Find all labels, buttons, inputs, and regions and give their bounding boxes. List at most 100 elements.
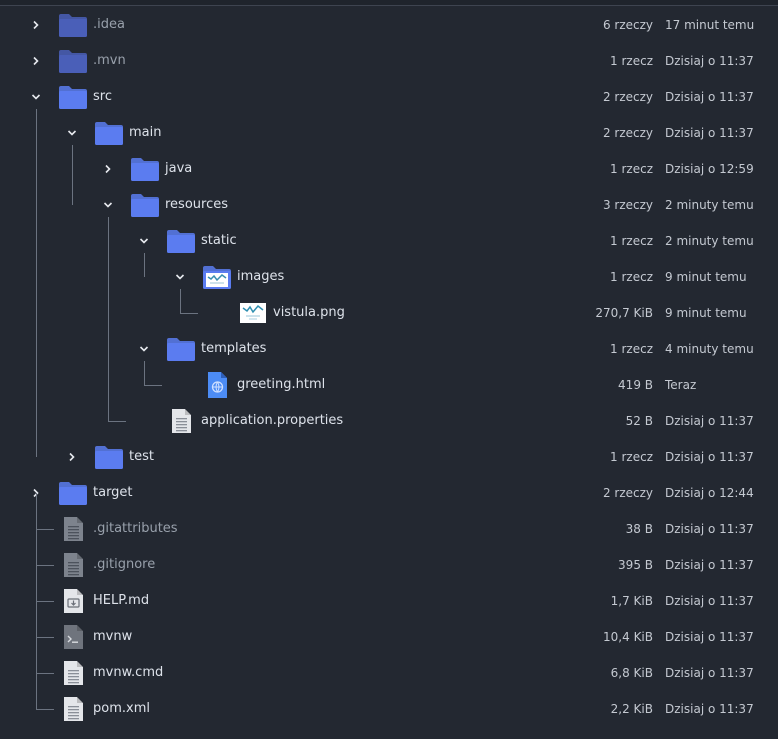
tree-guide-line xyxy=(36,637,54,638)
file-name: templates xyxy=(201,341,267,356)
tree-row[interactable]: mvnw.cmd 6,8 KiB Dzisiaj o 11:37 xyxy=(0,655,778,691)
modified-date: 17 minut temu xyxy=(665,18,755,32)
folder-icon xyxy=(166,228,196,254)
modified-date: Dzisiaj o 11:37 xyxy=(665,558,754,572)
file-size: 3 rzeczy xyxy=(602,198,653,212)
tree-row[interactable]: target 2 rzeczy Dzisiaj o 12:44 xyxy=(0,475,778,511)
tree-row[interactable]: static 1 rzecz 2 minuty temu xyxy=(0,223,778,259)
folder-icon xyxy=(130,156,160,182)
folder-icon xyxy=(130,192,160,218)
folder-icon xyxy=(58,12,88,38)
modified-date: Dzisiaj o 11:37 xyxy=(665,594,754,608)
file-size: 2 rzeczy xyxy=(602,90,653,104)
markdown-file-icon xyxy=(58,588,88,614)
tree-guide-line xyxy=(36,673,54,674)
tree-row[interactable]: .gitignore 395 B Dzisiaj o 11:37 xyxy=(0,547,778,583)
file-size: 1 rzecz xyxy=(610,342,653,356)
file-size: 38 B xyxy=(625,522,653,536)
file-size: 1 rzecz xyxy=(610,234,653,248)
tree-row[interactable]: greeting.html 419 B Teraz xyxy=(0,367,778,403)
chevron-down-icon[interactable] xyxy=(28,87,44,107)
tree-row[interactable]: .idea 6 rzeczy 17 minut temu xyxy=(0,7,778,43)
tree-row[interactable]: main 2 rzeczy Dzisiaj o 11:37 xyxy=(0,115,778,151)
chevron-down-icon[interactable] xyxy=(100,195,116,215)
file-name: images xyxy=(237,269,285,284)
modified-date: Dzisiaj o 11:37 xyxy=(665,630,754,644)
modified-date: Teraz xyxy=(665,378,697,392)
tree-guide-line xyxy=(144,385,162,386)
chevron-right-icon[interactable] xyxy=(28,15,44,35)
tree-guide-line xyxy=(36,601,37,637)
file-name: main xyxy=(129,125,162,140)
chevron-down-icon[interactable] xyxy=(172,267,188,287)
tree-guide-line xyxy=(36,529,37,565)
image-folder-icon xyxy=(202,264,232,290)
modified-date: Dzisiaj o 11:37 xyxy=(665,702,754,716)
chevron-down-icon[interactable] xyxy=(64,123,80,143)
folder-icon xyxy=(166,336,196,362)
tree-guide-line xyxy=(180,289,181,313)
tree-row[interactable]: test 1 rzecz Dzisiaj o 11:37 xyxy=(0,439,778,475)
tree-guide-line xyxy=(36,709,54,710)
file-name: src xyxy=(93,89,112,104)
file-size: 395 B xyxy=(618,558,653,572)
folder-icon xyxy=(58,480,88,506)
file-name: .mvn xyxy=(93,53,126,68)
folder-icon xyxy=(94,444,124,470)
modified-date: 9 minut temu xyxy=(665,306,747,320)
script-file-icon xyxy=(58,624,88,650)
modified-date: Dzisiaj o 11:37 xyxy=(665,522,754,536)
file-size: 1,7 KiB xyxy=(610,594,653,608)
folder-icon xyxy=(58,48,88,74)
tree-guide-line xyxy=(144,361,145,385)
modified-date: Dzisiaj o 12:59 xyxy=(665,162,754,176)
tree-row[interactable]: vistula.png 270,7 KiB 9 minut temu xyxy=(0,295,778,331)
file-name: target xyxy=(93,485,133,500)
modified-date: Dzisiaj o 11:37 xyxy=(665,126,754,140)
tree-row[interactable]: java 1 rzecz Dzisiaj o 12:59 xyxy=(0,151,778,187)
chevron-down-icon[interactable] xyxy=(136,339,152,359)
file-name: java xyxy=(165,161,193,176)
file-size: 6,8 KiB xyxy=(610,666,653,680)
file-name: greeting.html xyxy=(237,377,326,392)
tree-row[interactable]: templates 1 rzecz 4 minuty temu xyxy=(0,331,778,367)
header-divider xyxy=(0,0,778,6)
tree-guide-line xyxy=(36,565,37,601)
chevron-right-icon[interactable] xyxy=(64,447,80,467)
file-name: .gitignore xyxy=(93,557,156,572)
modified-date: Dzisiaj o 11:37 xyxy=(665,54,754,68)
file-size: 2 rzeczy xyxy=(602,126,653,140)
file-size: 1 rzecz xyxy=(610,270,653,284)
file-size: 1 rzecz xyxy=(610,450,653,464)
modified-date: 4 minuty temu xyxy=(665,342,754,356)
tree-row[interactable]: resources 3 rzeczy 2 minuty temu xyxy=(0,187,778,223)
tree-row[interactable]: src 2 rzeczy Dzisiaj o 11:37 xyxy=(0,79,778,115)
chevron-down-icon[interactable] xyxy=(136,231,152,251)
modified-date: Dzisiaj o 11:37 xyxy=(665,414,754,428)
tree-row[interactable]: images 1 rzecz 9 minut temu xyxy=(0,259,778,295)
modified-date: 2 minuty temu xyxy=(665,234,754,248)
tree-guide-line xyxy=(144,253,145,277)
text-file-icon xyxy=(58,660,88,686)
tree-guide-line xyxy=(36,493,37,529)
tree-row[interactable]: .mvn 1 rzecz Dzisiaj o 11:37 xyxy=(0,43,778,79)
text-file-icon xyxy=(58,696,88,722)
chevron-right-icon[interactable] xyxy=(28,51,44,71)
tree-row[interactable]: .gitattributes 38 B Dzisiaj o 11:37 xyxy=(0,511,778,547)
tree-row[interactable]: pom.xml 2,2 KiB Dzisiaj o 11:37 xyxy=(0,691,778,727)
text-file-icon xyxy=(58,552,88,578)
tree-row[interactable]: HELP.md 1,7 KiB Dzisiaj o 11:37 xyxy=(0,583,778,619)
tree-guide-line xyxy=(36,529,54,530)
chevron-right-icon[interactable] xyxy=(100,159,116,179)
file-name: mvnw.cmd xyxy=(93,665,164,680)
folder-icon xyxy=(58,84,88,110)
modified-date: 9 minut temu xyxy=(665,270,747,284)
tree-guide-line xyxy=(36,109,37,457)
modified-date: 2 minuty temu xyxy=(665,198,754,212)
file-name: vistula.png xyxy=(273,305,345,320)
file-name: static xyxy=(201,233,237,248)
tree-row[interactable]: mvnw 10,4 KiB Dzisiaj o 11:37 xyxy=(0,619,778,655)
file-name: resources xyxy=(165,197,229,212)
file-size: 2,2 KiB xyxy=(610,702,653,716)
tree-guide-line xyxy=(108,217,109,421)
